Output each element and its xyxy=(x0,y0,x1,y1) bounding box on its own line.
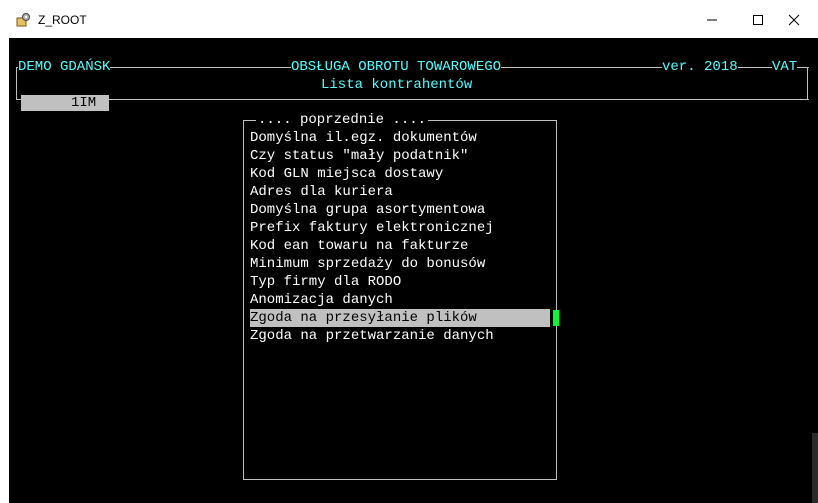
text-cursor xyxy=(553,310,559,326)
maximize-icon xyxy=(753,15,763,25)
header-frame-right xyxy=(807,67,808,99)
scrollbar[interactable] xyxy=(812,433,818,503)
app-gear-icon[interactable] xyxy=(16,12,32,28)
header-frame-bottom xyxy=(16,99,809,100)
terminal-screen[interactable]: DEMO GDAŃSK OBSŁUGA OBROTU TOWAROWEGO ve… xyxy=(9,38,818,503)
list-item[interactable]: Anomizacja danych xyxy=(250,291,393,309)
list-item[interactable]: Czy status "mały podatnik" xyxy=(250,147,468,165)
vat-label: VAT xyxy=(772,58,798,76)
menu-prev-item[interactable]: .... poprzednie .... xyxy=(256,111,429,129)
list-item[interactable]: Zgoda na przetwarzanie danych xyxy=(250,327,494,345)
header-frame-left xyxy=(16,67,17,99)
module-title: OBSŁUGA OBROTU TOWAROWEGO xyxy=(291,58,502,76)
minimize-button[interactable] xyxy=(690,4,736,36)
list-item[interactable]: Domyślna il.egz. dokumentów xyxy=(250,129,477,147)
menu-frame-bottom xyxy=(243,479,557,480)
company-name: DEMO GDAŃSK xyxy=(18,58,111,76)
list-item[interactable]: Adres dla kuriera xyxy=(250,183,393,201)
menu-frame-right xyxy=(556,120,557,479)
list-item[interactable]: Prefix faktury elektronicznej xyxy=(250,219,494,237)
list-item[interactable]: Typ firmy dla RODO xyxy=(250,273,401,291)
list-item[interactable]: Kod GLN miejsca dostawy xyxy=(250,165,443,183)
list-item-selected[interactable]: Zgoda na przesyłanie plików xyxy=(250,309,550,327)
menu-frame-left xyxy=(243,120,244,479)
version-label: ver. 2018 xyxy=(662,58,738,76)
list-item[interactable]: Minimum sprzedaży do bonusów xyxy=(250,255,485,273)
close-icon xyxy=(788,14,800,26)
window-titlebar: Z_ROOT xyxy=(0,0,818,38)
code-input-field[interactable]: 1IM xyxy=(21,95,109,111)
screen-title: Lista kontrahentów xyxy=(321,77,473,93)
code-input-value: 1IM xyxy=(71,95,97,111)
minimize-icon xyxy=(707,19,717,21)
list-item[interactable]: Kod ean towaru na fakturze xyxy=(250,237,468,255)
list-item[interactable]: Domyślna grupa asortymentowa xyxy=(250,201,485,219)
window-title: Z_ROOT xyxy=(38,13,87,27)
close-button[interactable] xyxy=(772,4,818,36)
